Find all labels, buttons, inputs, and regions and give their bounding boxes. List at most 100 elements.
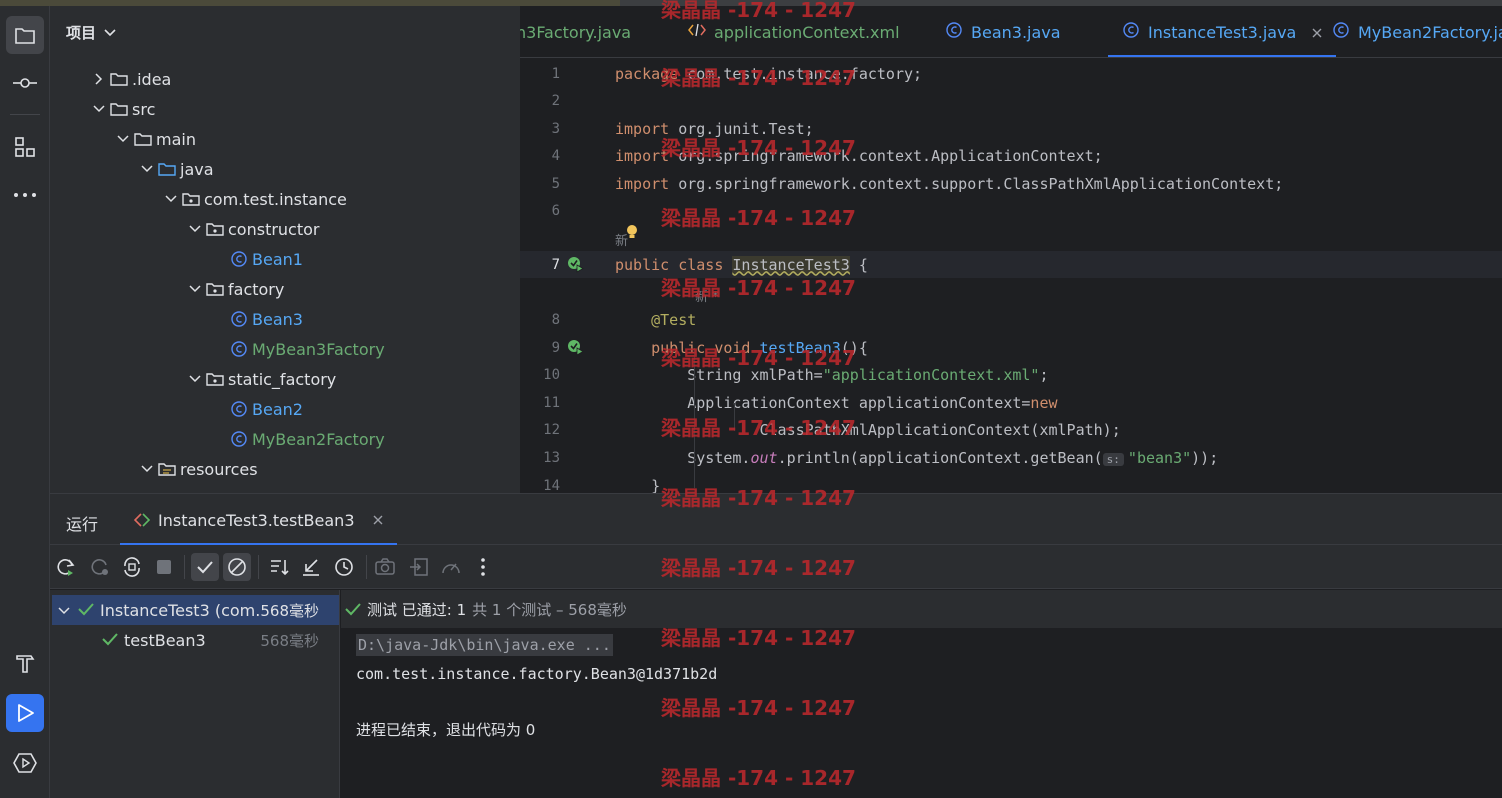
tree-item-com-test-instance[interactable]: com.test.instance	[162, 184, 347, 214]
source-folder-icon	[156, 161, 178, 177]
lightbulb-icon[interactable]	[626, 224, 638, 240]
more-tools-button[interactable]	[6, 176, 44, 214]
editor-tab-applicationcontext-xml[interactable]: applicationContext.xml	[688, 6, 900, 57]
import-icon	[410, 558, 428, 576]
chevron-down-icon[interactable]	[90, 104, 108, 114]
tree-item-label: .idea	[132, 69, 172, 89]
close-icon[interactable]	[373, 515, 383, 525]
tree-item-static-factory[interactable]: static_factory	[186, 364, 336, 394]
run-configuration-tab[interactable]: InstanceTest3.testBean3	[120, 494, 397, 546]
test-history-button[interactable]	[330, 553, 358, 581]
test-node-method[interactable]: testBean3 568毫秒	[52, 625, 339, 655]
more-options-button[interactable]	[469, 553, 497, 581]
screenshot-button[interactable]	[371, 553, 399, 581]
test-results-tree: InstanceTest3 (com. 568毫秒 testBean3 568毫秒	[50, 590, 340, 798]
toolbar-separator	[366, 555, 367, 579]
chevron-down-icon[interactable]	[138, 464, 156, 474]
show-ignored-button[interactable]	[223, 553, 251, 581]
test-passed-icon	[102, 631, 118, 650]
show-passed-button[interactable]	[191, 553, 219, 581]
import-tests-button[interactable]	[405, 553, 433, 581]
commit-tool-button[interactable]	[6, 64, 44, 102]
project-tool-button[interactable]	[6, 16, 44, 54]
editor-tab-instancetest3-java[interactable]: InstanceTest3.java	[1108, 6, 1337, 57]
run-icon	[18, 704, 34, 722]
code-line: 14 }	[520, 472, 1502, 494]
chevron-down-icon[interactable]	[58, 601, 70, 620]
folder-icon	[15, 28, 35, 44]
code-line: 10 String xmlPath="applicationContext.xm…	[520, 361, 1502, 388]
tree-item-src[interactable]: src	[90, 94, 155, 124]
gauge-icon	[442, 563, 460, 574]
code-text: System.out.println(applicationContext.ge…	[615, 448, 1219, 467]
line-number: 9	[551, 339, 560, 356]
console-command-line[interactable]: D:\java-Jdk\bin\java.exe ...	[356, 634, 613, 656]
chevron-down-icon[interactable]	[186, 224, 204, 234]
build-tool-button[interactable]	[6, 644, 44, 682]
code-text: import org.junit.Test;	[615, 119, 814, 138]
chevron-down-icon[interactable]	[186, 374, 204, 384]
tree-item-idea[interactable]: .idea	[90, 64, 171, 94]
tree-item-label: constructor	[228, 219, 320, 239]
editor-tab-mybean2factory-ja[interactable]: MyBean2Factory.ja	[1332, 6, 1502, 57]
project-panel: 项目 .idea src main java com.test.instance cons…	[50, 6, 520, 493]
code-line: 5 import org.springframework.context.supp…	[520, 170, 1502, 197]
line-number: 6	[551, 202, 560, 219]
collapse-all-button[interactable]	[297, 553, 325, 581]
chevron-right-icon[interactable]	[90, 73, 108, 85]
tree-item-label: MyBean3Factory	[252, 339, 385, 359]
toggle-auto-test-button[interactable]	[118, 553, 146, 581]
rerun-button[interactable]	[52, 553, 80, 581]
run-tool-button[interactable]	[6, 694, 44, 732]
tree-item-constructor[interactable]: constructor	[186, 214, 320, 244]
indent-guide	[734, 403, 735, 431]
run-toolbar	[50, 545, 1502, 589]
stop-icon	[157, 560, 171, 574]
coverage-button[interactable]	[437, 553, 465, 581]
tree-item-mybean2factory[interactable]: MyBean2Factory	[210, 424, 385, 454]
run-console[interactable]: 测试 已通过: 1 共 1 个测试 – 568毫秒 D:\java-Jdk\bi…	[341, 590, 1502, 798]
line-number: 5	[551, 175, 560, 192]
chevron-down-icon[interactable]	[138, 164, 156, 174]
code-line: 2	[520, 87, 1502, 114]
line-number: 3	[551, 120, 560, 137]
tree-item-mybean3factory[interactable]: MyBean3Factory	[210, 334, 385, 364]
sort-button[interactable]	[265, 553, 293, 581]
code-line: 11 ApplicationContext applicationContext…	[520, 389, 1502, 416]
stop-button[interactable]	[150, 553, 178, 581]
more-icon	[14, 193, 36, 197]
run-gutter-icon[interactable]	[566, 338, 584, 356]
tree-item-label: factory	[228, 279, 285, 299]
structure-tool-button[interactable]	[6, 128, 44, 166]
tree-item-java[interactable]: java	[138, 154, 214, 184]
chevron-down-icon[interactable]	[162, 194, 180, 204]
project-panel-header[interactable]: 项目	[66, 22, 116, 43]
console-output-line: com.test.instance.factory.Bean3@1d371b2d	[356, 665, 718, 683]
code-text: ClassPathXmlApplicationContext(xmlPath);	[615, 420, 1121, 439]
close-icon[interactable]	[1312, 23, 1322, 42]
editor-tab-n3factory-java[interactable]: n3Factory.java	[520, 6, 631, 57]
tree-item-bean3[interactable]: Bean3	[210, 304, 303, 334]
tree-item-bean2[interactable]: Bean2	[210, 394, 303, 424]
rerun-failed-button[interactable]	[86, 553, 114, 581]
editor-tab-bean3-java[interactable]: Bean3.java	[945, 6, 1061, 57]
chevron-down-icon[interactable]	[114, 134, 132, 144]
chevron-down-icon[interactable]	[186, 284, 204, 294]
line-number: 13	[543, 449, 560, 466]
class-icon	[228, 340, 250, 358]
run-gutter-icon[interactable]	[566, 255, 584, 273]
author-inlay-hint[interactable]: 新 *	[695, 286, 719, 305]
tree-item-main[interactable]: main	[114, 124, 196, 154]
hammer-icon	[16, 655, 35, 673]
tree-item-factory[interactable]: factory	[186, 274, 284, 304]
code-text: package com.test.instance.factory;	[615, 64, 923, 83]
tree-item-bean1[interactable]: Bean1	[210, 244, 303, 274]
code-editor[interactable]: 1 package com.test.instance.factory; 2 3 i…	[520, 58, 1502, 493]
sort-icon	[271, 560, 289, 576]
check-icon	[345, 603, 361, 616]
tree-item-resources[interactable]: resources	[138, 454, 258, 484]
services-tool-button[interactable]	[6, 744, 44, 782]
test-node-class[interactable]: InstanceTest3 (com. 568毫秒	[52, 595, 339, 625]
console-exit-line: 进程已结束，退出代码为 0	[356, 721, 536, 739]
toolbar-separator	[184, 555, 185, 579]
